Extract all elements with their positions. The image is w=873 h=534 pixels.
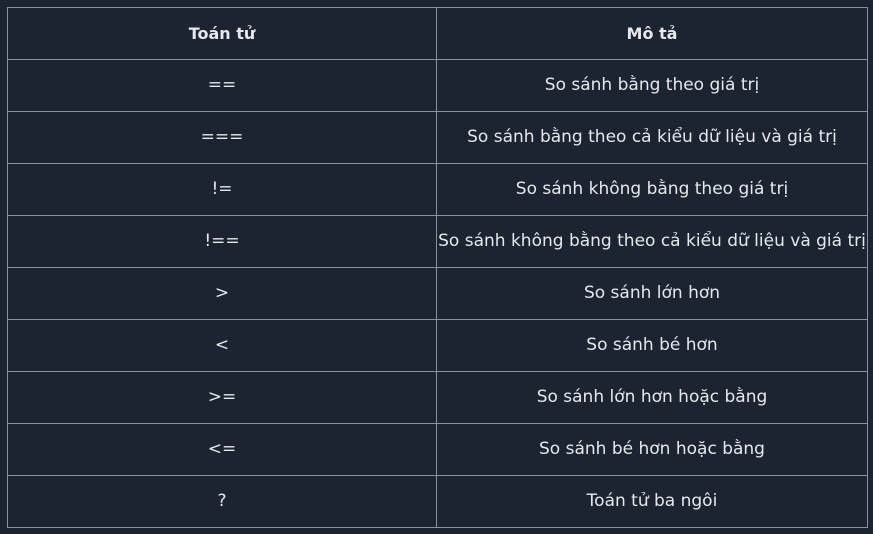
table-row: == So sánh bằng theo giá trị xyxy=(7,59,868,112)
table-row: >= So sánh lớn hơn hoặc bằng xyxy=(7,371,868,424)
description-cell: So sánh không bằng theo giá trị xyxy=(436,163,868,216)
table-row: <= So sánh bé hơn hoặc bằng xyxy=(7,423,868,476)
operator-cell: === xyxy=(7,111,437,164)
description-cell: So sánh lớn hơn xyxy=(436,267,868,320)
header-operator: Toán tử xyxy=(7,7,437,60)
operator-cell: !== xyxy=(7,215,437,268)
table-row: < So sánh bé hơn xyxy=(7,319,868,372)
operator-cell: <= xyxy=(7,423,437,476)
description-cell: So sánh không bằng theo cả kiểu dữ liệu … xyxy=(436,215,868,268)
table-row: === So sánh bằng theo cả kiểu dữ liệu và… xyxy=(7,111,868,164)
description-cell: So sánh lớn hơn hoặc bằng xyxy=(436,371,868,424)
table-header-row: Toán tử Mô tả xyxy=(7,7,868,60)
header-description: Mô tả xyxy=(436,7,868,60)
table-row: ? Toán tử ba ngôi xyxy=(7,475,868,528)
operator-cell: > xyxy=(7,267,437,320)
description-cell: Toán tử ba ngôi xyxy=(436,475,868,528)
operators-table: Toán tử Mô tả == So sánh bằng theo giá t… xyxy=(7,7,868,528)
description-cell: So sánh bé hơn hoặc bằng xyxy=(436,423,868,476)
description-cell: So sánh bằng theo giá trị xyxy=(436,59,868,112)
table-row: !== So sánh không bằng theo cả kiểu dữ l… xyxy=(7,215,868,268)
operators-table-container: Toán tử Mô tả == So sánh bằng theo giá t… xyxy=(7,7,868,528)
operator-cell: != xyxy=(7,163,437,216)
operator-cell: == xyxy=(7,59,437,112)
operator-cell: ? xyxy=(7,475,437,528)
operator-cell: < xyxy=(7,319,437,372)
operator-cell: >= xyxy=(7,371,437,424)
description-cell: So sánh bằng theo cả kiểu dữ liệu và giá… xyxy=(436,111,868,164)
description-cell: So sánh bé hơn xyxy=(436,319,868,372)
table-row: != So sánh không bằng theo giá trị xyxy=(7,163,868,216)
table-row: > So sánh lớn hơn xyxy=(7,267,868,320)
